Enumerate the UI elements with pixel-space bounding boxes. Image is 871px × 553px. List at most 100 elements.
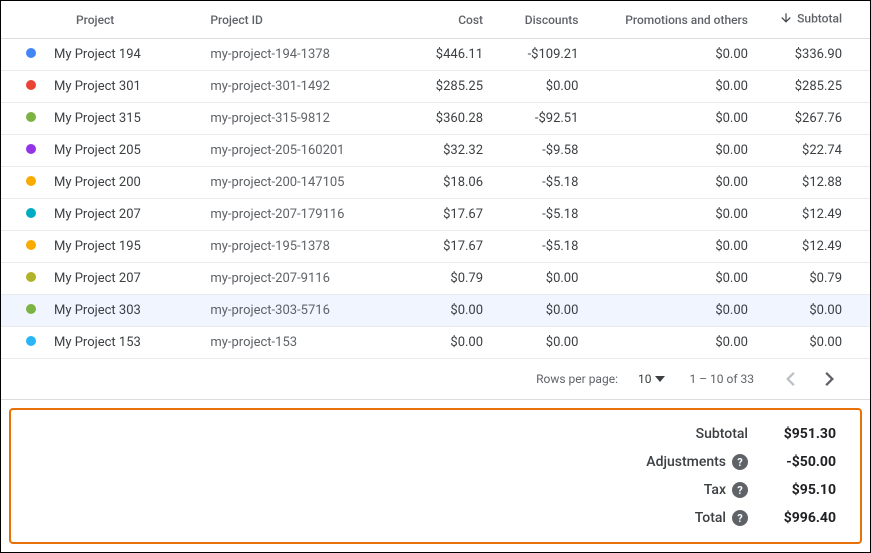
row-cost: $0.79 (414, 263, 499, 295)
row-color-dot (1, 327, 54, 359)
row-cost: $360.28 (414, 103, 499, 135)
row-discounts: -$5.18 (499, 167, 594, 199)
row-color-dot (1, 135, 54, 167)
table-row[interactable]: My Project 303my-project-303-5716$0.00$0… (1, 295, 870, 327)
row-subtotal: $285.25 (764, 71, 870, 103)
row-project-id: my-project-153 (202, 327, 414, 359)
col-header-promotions[interactable]: Promotions and others (594, 1, 764, 39)
table-row[interactable]: My Project 194my-project-194-1378$446.11… (1, 39, 870, 71)
row-promotions: $0.00 (594, 295, 764, 327)
summary-tax-value: $95.10 (756, 482, 836, 498)
row-cost: $0.00 (414, 295, 499, 327)
summary-total-label: Total ? (695, 510, 748, 526)
summary-subtotal-label: Subtotal (696, 426, 748, 442)
col-header-discounts[interactable]: Discounts (499, 1, 594, 39)
row-cost: $17.67 (414, 231, 499, 263)
row-cost: $0.00 (414, 327, 499, 359)
help-icon[interactable]: ? (732, 454, 748, 470)
summary-box: Subtotal $951.30 Adjustments ? -$50.00 T… (9, 408, 862, 544)
row-color-dot (1, 199, 54, 231)
row-promotions: $0.00 (594, 231, 764, 263)
row-subtotal: $22.74 (764, 135, 870, 167)
summary-row-total: Total ? $996.40 (27, 510, 836, 526)
dropdown-icon (655, 374, 665, 384)
summary-adjustments-value: -$50.00 (756, 454, 836, 470)
row-promotions: $0.00 (594, 199, 764, 231)
prev-page-button[interactable] (778, 367, 802, 391)
row-discounts: -$92.51 (499, 103, 594, 135)
row-promotions: $0.00 (594, 103, 764, 135)
col-header-project-id[interactable]: Project ID (202, 1, 414, 39)
table-row[interactable]: My Project 207my-project-207-179116$17.6… (1, 199, 870, 231)
summary-subtotal-value: $951.30 (756, 426, 836, 442)
row-discounts: -$5.18 (499, 231, 594, 263)
col-header-subtotal[interactable]: Subtotal (764, 1, 870, 39)
chevron-left-icon (785, 372, 795, 386)
row-discounts: -$109.21 (499, 39, 594, 71)
row-project-id: my-project-194-1378 (202, 39, 414, 71)
summary-total-value: $996.40 (756, 510, 836, 526)
row-project-id: my-project-303-5716 (202, 295, 414, 327)
summary-adjustments-label: Adjustments ? (646, 454, 748, 470)
summary-row-adjustments: Adjustments ? -$50.00 (27, 454, 836, 470)
col-header-cost[interactable]: Cost (414, 1, 499, 39)
row-promotions: $0.00 (594, 71, 764, 103)
chevron-right-icon (825, 372, 835, 386)
table-body: My Project 194my-project-194-1378$446.11… (1, 39, 870, 359)
summary-tax-label: Tax ? (704, 482, 748, 498)
pagination-nav (778, 367, 842, 391)
row-cost: $446.11 (414, 39, 499, 71)
row-cost: $285.25 (414, 71, 499, 103)
rows-per-page: Rows per page: 10 (536, 372, 665, 386)
table-row[interactable]: My Project 200my-project-200-147105$18.0… (1, 167, 870, 199)
sort-desc-icon (779, 11, 793, 28)
row-project-id: my-project-301-1492 (202, 71, 414, 103)
table-row[interactable]: My Project 207my-project-207-9116$0.79$0… (1, 263, 870, 295)
row-color-dot (1, 263, 54, 295)
summary-inner: Subtotal $951.30 Adjustments ? -$50.00 T… (27, 426, 836, 526)
row-subtotal: $267.76 (764, 103, 870, 135)
col-header-project[interactable]: Project (1, 1, 202, 39)
table-row[interactable]: My Project 301my-project-301-1492$285.25… (1, 71, 870, 103)
row-promotions: $0.00 (594, 327, 764, 359)
row-project-name: My Project 205 (54, 135, 202, 167)
row-cost: $17.67 (414, 199, 499, 231)
row-promotions: $0.00 (594, 39, 764, 71)
summary-row-subtotal: Subtotal $951.30 (27, 426, 836, 442)
help-icon[interactable]: ? (732, 510, 748, 526)
row-discounts: $0.00 (499, 263, 594, 295)
row-subtotal: $12.49 (764, 231, 870, 263)
table-row[interactable]: My Project 195my-project-195-1378$17.67-… (1, 231, 870, 263)
row-project-id: my-project-195-1378 (202, 231, 414, 263)
next-page-button[interactable] (818, 367, 842, 391)
row-project-name: My Project 301 (54, 71, 202, 103)
row-discounts: $0.00 (499, 71, 594, 103)
row-color-dot (1, 295, 54, 327)
row-subtotal: $336.90 (764, 39, 870, 71)
row-color-dot (1, 39, 54, 71)
pagination-bar: Rows per page: 10 1 – 10 of 33 (1, 359, 870, 400)
row-project-name: My Project 194 (54, 39, 202, 71)
table-row[interactable]: My Project 315my-project-315-9812$360.28… (1, 103, 870, 135)
table-row[interactable]: My Project 205my-project-205-160201$32.3… (1, 135, 870, 167)
row-promotions: $0.00 (594, 167, 764, 199)
row-subtotal: $12.88 (764, 167, 870, 199)
row-subtotal: $0.79 (764, 263, 870, 295)
row-subtotal: $0.00 (764, 295, 870, 327)
row-discounts: $0.00 (499, 295, 594, 327)
row-promotions: $0.00 (594, 263, 764, 295)
summary-row-tax: Tax ? $95.10 (27, 482, 836, 498)
row-project-id: my-project-200-147105 (202, 167, 414, 199)
row-project-name: My Project 207 (54, 199, 202, 231)
row-project-name: My Project 195 (54, 231, 202, 263)
row-color-dot (1, 167, 54, 199)
row-project-name: My Project 303 (54, 295, 202, 327)
row-discounts: -$5.18 (499, 199, 594, 231)
row-project-id: my-project-315-9812 (202, 103, 414, 135)
row-cost: $18.06 (414, 167, 499, 199)
help-icon[interactable]: ? (732, 482, 748, 498)
summary-adjustments-label-text: Adjustments (646, 454, 726, 470)
rows-per-page-select[interactable]: 10 (638, 372, 666, 386)
table-row[interactable]: My Project 153my-project-153$0.00$0.00$0… (1, 327, 870, 359)
summary-tax-label-text: Tax (704, 482, 726, 498)
